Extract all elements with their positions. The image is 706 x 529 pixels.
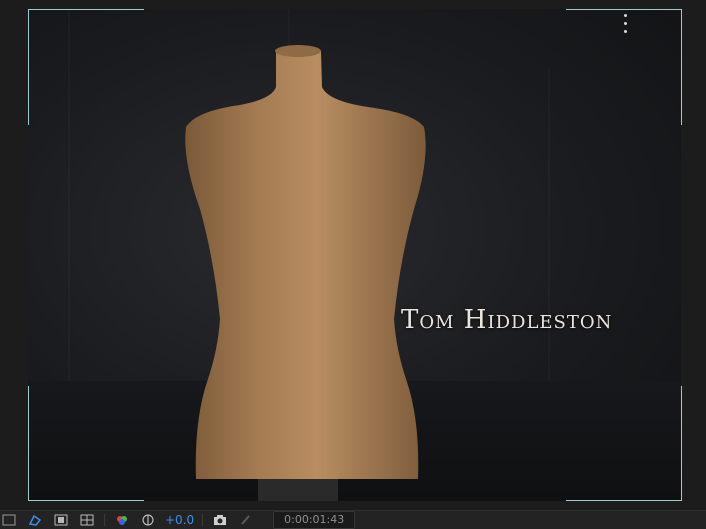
frame-guide-top-left [28, 9, 144, 125]
handle-dot [624, 14, 627, 17]
mask-path-icon[interactable] [0, 512, 18, 528]
frame-guide-bottom-right [566, 386, 682, 501]
camera-icon[interactable] [211, 512, 229, 528]
toolbar-divider [104, 514, 105, 526]
mannequin-neck-top [275, 45, 321, 57]
handle-dot [624, 22, 627, 25]
viewer-toolbar: +0.0 0:00:01:43 [0, 510, 706, 529]
mannequin-torso [185, 47, 426, 479]
exposure-icon[interactable] [139, 512, 157, 528]
mannequin-stand [258, 479, 338, 501]
handle-dot [624, 30, 627, 33]
transparency-grid-icon[interactable] [52, 512, 70, 528]
rgb-channels-icon[interactable] [113, 512, 131, 528]
anchor-point-handle[interactable] [624, 14, 628, 38]
toolbar-divider [202, 514, 204, 526]
region-of-interest-icon[interactable] [26, 512, 44, 528]
title-overlay-text[interactable]: Tom Hiddleston [401, 305, 671, 335]
grid-guides-icon[interactable] [78, 512, 96, 528]
current-time-display[interactable]: 0:00:01:43 [273, 511, 356, 529]
show-snapshot-icon[interactable] [237, 512, 255, 528]
exposure-value[interactable]: +0.0 [165, 513, 194, 527]
frame-guide-bottom-left [28, 386, 144, 501]
composition-viewer[interactable]: Tom Hiddleston [0, 0, 706, 510]
